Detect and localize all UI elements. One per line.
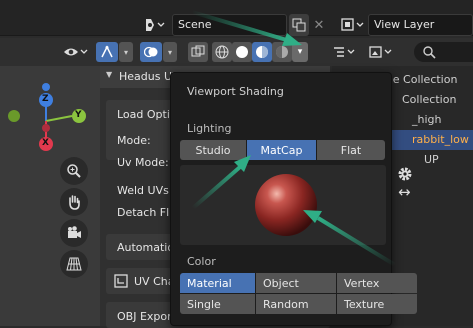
- shading-rendered-button[interactable]: [272, 42, 292, 62]
- scene-name: Scene: [178, 18, 212, 31]
- camera-view-button[interactable]: [60, 219, 88, 247]
- gear-icon[interactable]: [396, 165, 414, 183]
- color-material-button[interactable]: Material: [180, 273, 255, 293]
- hand-icon: [69, 195, 80, 210]
- wireframe-sphere-icon: [215, 45, 229, 59]
- shading-matcap-button[interactable]: [252, 42, 272, 62]
- rendered-sphere-icon: [276, 46, 288, 58]
- color-texture-button[interactable]: Texture: [337, 294, 417, 314]
- search-icon: [423, 46, 436, 59]
- scene-selector-icon[interactable]: [140, 14, 168, 36]
- top-header: Scene ✕ View Layer: [0, 0, 473, 36]
- popover-title: Viewport Shading: [187, 85, 284, 98]
- shading-wireframe-button[interactable]: [212, 42, 232, 62]
- chevron-down-icon[interactable]: ▼: [106, 70, 112, 79]
- viewport-shading-popover: Viewport Shading Lighting Studio MatCap …: [170, 72, 417, 326]
- gizmo-icon: [101, 45, 113, 58]
- outliner-search-input[interactable]: [414, 42, 473, 62]
- zoom-button[interactable]: [60, 157, 88, 185]
- camera-icon: [68, 226, 81, 238]
- view-layer-name: View Layer: [374, 18, 435, 31]
- lighting-studio-button[interactable]: Studio: [180, 140, 246, 160]
- lighting-label: Lighting: [187, 122, 232, 135]
- overlays-toggle-button[interactable]: [140, 42, 162, 62]
- uv-mode-label: Uv Mode:: [117, 156, 169, 169]
- uv-icon: [114, 274, 128, 288]
- mode-label: Mode:: [117, 134, 151, 147]
- solid-sphere-icon: [236, 46, 248, 58]
- outliner-row-label: UP: [424, 153, 439, 166]
- lighting-flat-button[interactable]: Flat: [317, 140, 385, 160]
- pan-button[interactable]: [60, 188, 88, 216]
- xray-toggle-button[interactable]: [188, 42, 208, 62]
- view-layer-icon[interactable]: [338, 14, 368, 36]
- color-random-label: Random: [263, 297, 309, 311]
- lighting-studio-label: Studio: [195, 143, 231, 157]
- color-random-button[interactable]: Random: [256, 294, 336, 314]
- shading-popover-dropdown[interactable]: ▾: [292, 42, 308, 62]
- outliner-row-label: _high: [412, 113, 442, 126]
- x-axis-label: X: [42, 138, 49, 148]
- visibility-eye-icon[interactable]: [62, 42, 90, 62]
- color-texture-label: Texture: [344, 297, 385, 311]
- delete-scene-icon[interactable]: ✕: [310, 14, 328, 36]
- outliner-row-label: rabbit_low: [412, 133, 469, 146]
- matcap-sphere-icon: [256, 46, 268, 58]
- color-vertex-label: Vertex: [344, 276, 380, 290]
- color-single-button[interactable]: Single: [180, 294, 255, 314]
- color-vertex-button[interactable]: Vertex: [337, 273, 417, 293]
- overlays-icon: [144, 46, 158, 58]
- new-scene-button[interactable]: [289, 14, 309, 36]
- gizmo-toggle-button[interactable]: [96, 42, 118, 62]
- zoom-icon: [67, 164, 81, 178]
- lighting-matcap-label: MatCap: [260, 143, 303, 157]
- scene-field[interactable]: Scene: [172, 14, 287, 36]
- color-single-label: Single: [187, 297, 221, 311]
- copy-icon: [292, 18, 306, 32]
- lighting-matcap-button[interactable]: MatCap: [247, 140, 316, 160]
- color-object-button[interactable]: Object: [256, 273, 336, 293]
- navigation-gizmo[interactable]: Z Y X: [8, 78, 92, 154]
- xray-icon: [191, 45, 205, 57]
- shading-solid-button[interactable]: [232, 42, 252, 62]
- color-material-label: Material: [187, 276, 232, 290]
- weld-uvs-label[interactable]: Weld UVs: [117, 184, 169, 197]
- matcap-sphere: [255, 174, 317, 236]
- lighting-flat-label: Flat: [340, 143, 362, 157]
- color-object-label: Object: [263, 276, 299, 290]
- grid-icon: [66, 257, 82, 271]
- z-axis-label: Z: [42, 94, 49, 104]
- view-layer-field[interactable]: View Layer: [368, 14, 473, 36]
- gizmo-dropdown[interactable]: ▾: [119, 42, 133, 62]
- overlays-dropdown[interactable]: ▾: [163, 42, 177, 62]
- y-axis-label: Y: [75, 110, 82, 120]
- outliner-display-mode-icon[interactable]: [330, 42, 360, 62]
- perspective-toggle-button[interactable]: [60, 250, 88, 278]
- outliner-row-label: Collection: [402, 93, 457, 106]
- color-label: Color: [187, 255, 216, 268]
- flip-matcap-icon[interactable]: ↔: [398, 183, 411, 201]
- outliner-filter-icon[interactable]: [366, 42, 396, 62]
- matcap-preview[interactable]: [180, 165, 386, 245]
